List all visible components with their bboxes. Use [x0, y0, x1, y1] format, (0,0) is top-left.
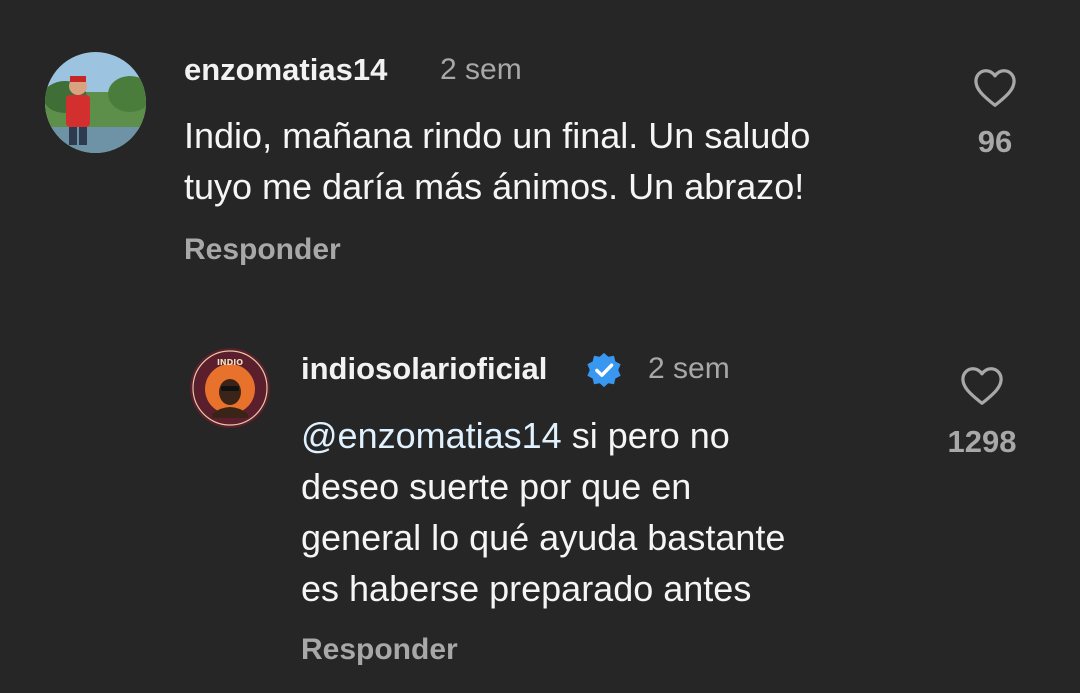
heart-icon: [961, 367, 1003, 405]
mention-link[interactable]: @enzomatias14: [301, 415, 562, 456]
reply-text-line: deseo suerte por que en: [301, 466, 692, 507]
comment-text-line: tuyo me daría más ánimos. Un abrazo!: [184, 166, 805, 207]
comment-text: Indio, mañana rindo un final. Un saludo …: [184, 110, 810, 212]
comment-text-line: Indio, mañana rindo un final. Un saludo: [184, 115, 811, 156]
reply-text-fragment: si pero no: [561, 415, 730, 456]
reply-text-line: general lo qué ayuda bastante: [301, 517, 786, 558]
profile-photo-icon: [45, 52, 146, 153]
commenter-avatar[interactable]: [45, 52, 146, 153]
reply-text-line: @enzomatias14 si pero no: [301, 410, 785, 461]
like-button[interactable]: [960, 366, 1004, 411]
like-button[interactable]: [973, 68, 1017, 113]
artist-logo-icon: INDIO: [190, 348, 270, 428]
commenter-username[interactable]: enzomatias14: [184, 52, 387, 88]
reply-timestamp: 2 sem: [648, 352, 730, 385]
heart-icon: [974, 69, 1016, 107]
reply-avatar[interactable]: INDIO: [190, 348, 270, 428]
avatar-badge-text: INDIO: [217, 358, 243, 367]
reply-button[interactable]: Responder: [301, 633, 458, 667]
reply-text-line: es haberse preparado antes: [301, 568, 752, 609]
reply-text: @enzomatias14 si pero no deseo suerte po…: [301, 410, 785, 614]
comment-timestamp: 2 sem: [440, 53, 522, 86]
like-count: 96: [977, 124, 1013, 159]
like-count: 1298: [947, 424, 1017, 459]
reply-username[interactable]: indiosolarioficial: [301, 351, 547, 387]
verified-badge: [585, 351, 623, 394]
verified-icon: [587, 352, 621, 388]
reply-button[interactable]: Responder: [184, 233, 341, 267]
